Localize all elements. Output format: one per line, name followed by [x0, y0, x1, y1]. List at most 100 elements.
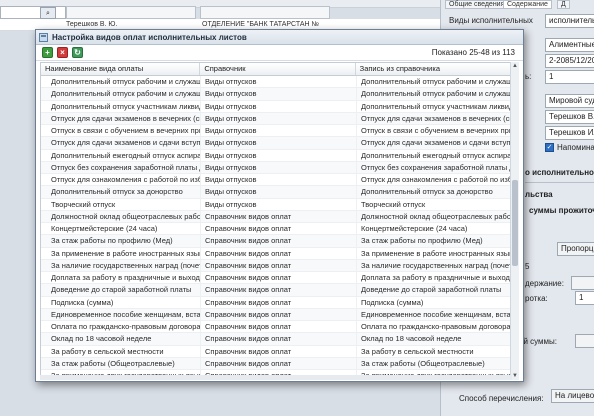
cell-reference: Виды отпусков [201, 88, 357, 100]
column-header-record[interactable]: Запись из справочника [356, 63, 511, 75]
bg-label-v: ь: [525, 72, 532, 81]
column-header-reference[interactable]: Справочник [200, 63, 356, 75]
bg-input-court[interactable]: Мировой суд [545, 94, 594, 108]
cell-payment-type: Единовременное пособие женщинам, вставш.… [41, 308, 201, 320]
bg-label-executive: о исполнительном [525, 168, 594, 177]
cell-reference: Виды отпусков [201, 125, 357, 137]
bg-search-button[interactable]: ⌕ [40, 7, 56, 19]
grid-header: Наименование вида оплаты Справочник Запи… [41, 63, 511, 76]
table-row[interactable]: Дополнительный отпуск участникам ликвид.… [41, 100, 511, 113]
payment-types-grid: Наименование вида оплаты Справочник Запи… [40, 62, 512, 380]
bg-input-alimony[interactable]: Алиментные с [545, 38, 594, 52]
cell-record: Единовременное пособие женщинам, вставш.… [357, 309, 511, 320]
table-row[interactable]: Отпуск для сдачи экзаменов и сдачи вступ… [41, 137, 511, 150]
cell-record: Концертмейстерские (24 часа) [357, 223, 511, 234]
cell-reference: Справочник видов оплат [201, 247, 357, 259]
table-row[interactable]: Концертмейстерские (24 часа) Справочник в… [41, 223, 511, 236]
cell-reference: Виды отпусков [201, 198, 357, 210]
bg-input-payment[interactable]: На лицевой [551, 389, 594, 403]
cell-payment-type: Дополнительный ежегодный отпуск аспирант… [41, 149, 201, 161]
cell-reference: Справочник видов оплат [201, 223, 357, 235]
cell-payment-type: За стаж работы (Общеотраслевые) [41, 357, 201, 369]
table-row[interactable]: Творческий отпуск Виды отпусков Творческий… [41, 198, 511, 211]
bg-label-summy: суммы прожиточ [529, 206, 594, 215]
cell-record: Оплата по гражданско-правовым договорам [357, 321, 511, 332]
cell-payment-type: Подписка (сумма) [41, 296, 201, 308]
cell-record: Дополнительный отпуск рабочим и служащ..… [357, 88, 511, 99]
cell-record: Отпуск для ознакомления с работой по изб… [357, 174, 511, 185]
scroll-down-icon[interactable]: ▼ [511, 372, 519, 380]
dialog-titlebar[interactable]: Настройка видов оплат исполнительных лис… [36, 30, 523, 45]
table-row[interactable]: Оплата по гражданско-правовым договорам С… [41, 321, 511, 334]
bg-input-person1[interactable]: Терешков В. [545, 110, 594, 124]
table-row[interactable]: Оклад по 18 часовой неделе Справочник вид… [41, 333, 511, 346]
table-row[interactable]: Дополнительный отпуск рабочим и служащ..… [41, 76, 511, 89]
bg-input-person2[interactable]: Терешков Ил [545, 126, 594, 140]
bg-input-one[interactable]: 1 [545, 70, 594, 84]
refresh-icon[interactable]: ↻ [72, 47, 83, 58]
table-row[interactable]: Дополнительный ежегодный отпуск аспирант… [41, 149, 511, 162]
table-row[interactable]: Единовременное пособие женщинам, вставш.… [41, 308, 511, 321]
table-row[interactable]: Отпуск для ознакомления с работой по изб… [41, 174, 511, 187]
table-row[interactable]: Подписка (сумма) Справочник видов оплат По… [41, 296, 511, 309]
cell-reference: Справочник видов оплат [201, 333, 357, 345]
scroll-up-icon[interactable]: ▲ [511, 62, 519, 70]
bg-input-number[interactable]: 2-2085/12/202 [545, 54, 594, 68]
bg-tab-d[interactable]: Д [557, 0, 570, 9]
pagination-status: Показано 25-48 из 113 [431, 48, 515, 57]
delete-icon[interactable]: × [57, 47, 68, 58]
bg-input-derzhanie[interactable] [571, 276, 594, 290]
table-row[interactable]: Дополнительный отпуск рабочим и служащ..… [41, 88, 511, 101]
table-row[interactable]: Должностной оклад общеотраслевых рабоч..… [41, 210, 511, 223]
scrollbar-thumb[interactable] [512, 180, 518, 266]
cell-record: За работу в сельской местности [357, 346, 511, 357]
table-row[interactable]: Доведение до старой заработной платы Спра… [41, 284, 511, 297]
table-row[interactable]: За стаж работы по профилю (Мед) Справочни… [41, 235, 511, 248]
cell-reference: Справочник видов оплат [201, 284, 357, 296]
window-icon [39, 32, 48, 42]
vertical-scrollbar[interactable]: ▲ ▼ [510, 62, 519, 380]
table-row[interactable]: За стаж работы (Общеотраслевые) Справочни… [41, 357, 511, 370]
bg-input-summy2[interactable] [575, 334, 594, 348]
cell-record: Оклад по 18 часовой неделе [357, 333, 511, 344]
table-row[interactable]: За работу в сельской местности Справочник… [41, 345, 511, 358]
dialog-toolbar: + × ↻ Показано 25-48 из 113 [36, 45, 523, 61]
cell-reference: Виды отпусков [201, 186, 357, 198]
bg-label-ntva: льства [525, 190, 553, 199]
table-row[interactable]: Отпуск для сдачи экзаменов в вечерних (с… [41, 112, 511, 125]
cell-reference: Справочник видов оплат [201, 259, 357, 271]
bg-search-input[interactable] [0, 6, 66, 19]
cell-payment-type: Доведение до старой заработной платы [41, 284, 201, 296]
cell-reference: Виды отпусков [201, 149, 357, 161]
bg-label-summy2: ой суммы: [519, 337, 558, 346]
bg-input-proportion[interactable]: Пропорци [557, 242, 594, 256]
bg-input-one2[interactable]: 1 [575, 291, 594, 305]
cell-reference: Справочник видов оплат [201, 321, 357, 333]
table-row[interactable]: Дополнительный отпуск за донорство Виды о… [41, 186, 511, 199]
cell-record: Отпуск без сохранения заработной платы д… [357, 162, 511, 173]
bg-input-types[interactable]: исполнительн [545, 14, 594, 28]
column-header-name[interactable]: Наименование вида оплаты [41, 63, 201, 75]
table-row[interactable]: Отпуск без сохранения заработной платы д… [41, 161, 511, 174]
cell-record: За стаж работы (Общеотраслевые) [357, 358, 511, 369]
bg-tab-content[interactable]: Содержание [503, 0, 552, 9]
cell-reference: Справочник видов оплат [201, 308, 357, 320]
bg-filter-field[interactable] [200, 6, 330, 19]
bg-filter-field[interactable] [66, 6, 196, 19]
cell-payment-type: За работу в сельской местности [41, 345, 201, 357]
cell-record: Отпуск в связи с обучением в вечерних пр… [357, 125, 511, 136]
bg-reminder-checkbox[interactable]: ✓ [545, 143, 554, 152]
table-row[interactable]: За применение в работе иностранных языко… [41, 247, 511, 260]
table-row[interactable]: Доплата за работу в праздничные и выходн… [41, 272, 511, 285]
bg-row-name: Терешков В. Ю. [66, 21, 118, 28]
bg-tab-general[interactable]: Общие сведения [445, 0, 509, 9]
bg-label-types: Виды исполнительных [449, 16, 533, 25]
add-icon[interactable]: + [42, 47, 53, 58]
cell-reference: Справочник видов оплат [201, 235, 357, 247]
cell-reference: Справочник видов оплат [201, 345, 357, 357]
cell-record: Доведение до старой заработной платы [357, 284, 511, 295]
horizontal-scrollbar[interactable] [40, 375, 512, 380]
table-row[interactable]: За наличие государственных наград (почет… [41, 259, 511, 272]
table-row[interactable]: Отпуск в связи с обучением в вечерних пр… [41, 125, 511, 138]
cell-payment-type: За применение в работе иностранных языко… [41, 247, 201, 259]
